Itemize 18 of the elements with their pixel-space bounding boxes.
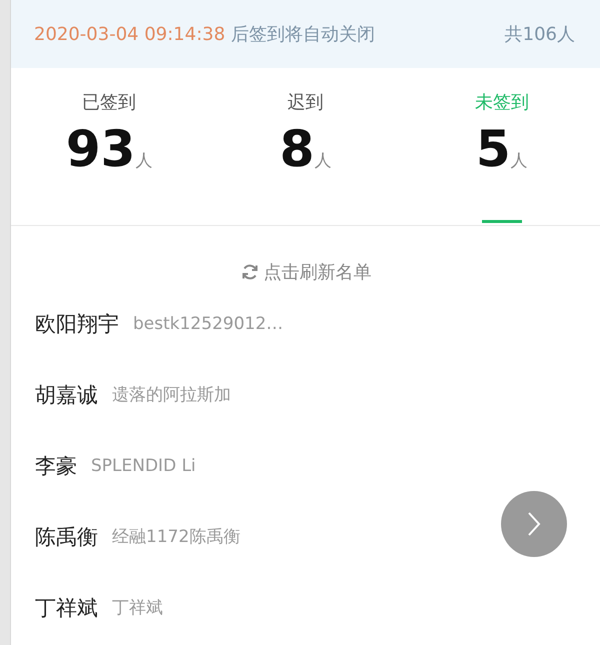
person-name: 胡嘉诚 — [35, 382, 98, 408]
person-name: 陈禹衡 — [35, 524, 98, 550]
person-nickname: SPLENDID Li — [91, 456, 196, 476]
chevron-right-icon — [527, 511, 541, 537]
total-count: 共106人 — [504, 23, 575, 46]
person-name: 欧阳翔宇 — [35, 310, 119, 338]
stat-tab[interactable]: 未签到 5 人 — [404, 68, 600, 225]
stat-tab[interactable]: 迟到 8 人 — [207, 68, 404, 225]
deadline-notice: 2020-03-04 09:14:38 后签到将自动关闭 — [34, 23, 375, 46]
person-nickname: 遗落的阿拉斯加 — [112, 384, 231, 406]
person-name: 丁祥斌 — [35, 594, 98, 622]
stat-tab[interactable]: 已签到 93 人 — [11, 68, 208, 225]
refresh-icon — [240, 262, 260, 282]
person-nickname: bestk12529012… — [133, 314, 284, 334]
person-name: 李豪 — [35, 452, 77, 480]
person-nickname: 丁祥斌 — [112, 597, 163, 619]
refresh-link[interactable]: 点击刷新名单 — [35, 256, 600, 288]
person-nickname: 经融1172陈禹衡 — [112, 526, 240, 548]
